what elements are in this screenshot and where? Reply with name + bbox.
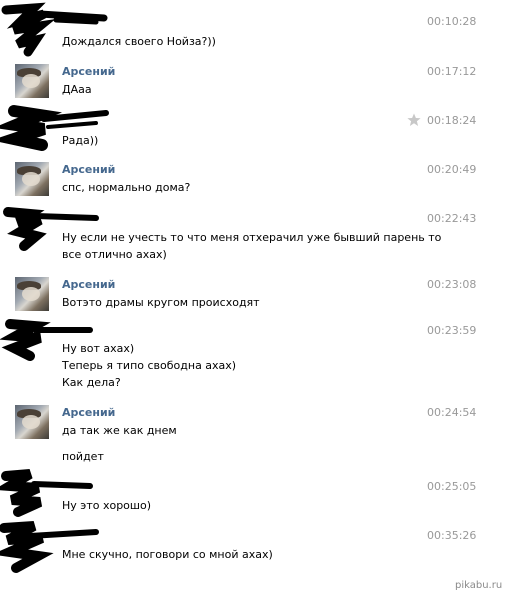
- message-text: Вотэто драмы кругом происходят: [62, 294, 402, 311]
- message-text: Ну вот ахах) Теперь я типо свободна ахах…: [62, 340, 402, 391]
- message-text: пойдет: [62, 448, 402, 465]
- message-text: Мне скучно, поговори со мной ахах): [62, 546, 402, 563]
- message-text: ДАаа: [62, 81, 402, 98]
- message: Арсений 00:17:12 ДАаа: [0, 60, 521, 105]
- avatar[interactable]: [15, 277, 49, 311]
- star-icon[interactable]: [407, 113, 421, 127]
- message-time: 00:17:12: [427, 65, 477, 78]
- message-line: все отлично ахах): [62, 248, 167, 261]
- message-time: 00:35:26: [427, 529, 477, 542]
- redaction-scribble: [1, 2, 108, 57]
- message-line: Рада)): [62, 134, 99, 147]
- message-text: Рада)): [62, 132, 402, 149]
- message-line: Ну это хорошо): [62, 499, 151, 512]
- message-line: пойдет: [62, 450, 104, 463]
- message-time: 00:24:54: [427, 406, 477, 419]
- message-time: 00:23:08: [427, 278, 477, 291]
- message-text: Дождался своего Нойза?)): [62, 33, 402, 50]
- message-line: Вотэто драмы кругом происходят: [62, 296, 260, 309]
- message-line: Теперь я типо свободна ахах): [62, 359, 237, 372]
- message: 00:25:05 Ну это хорошо): [0, 468, 521, 518]
- watermark: pikabu.ru: [455, 580, 503, 591]
- message-time: 00:20:49: [427, 163, 477, 176]
- message-line: Ну если не учесть то что меня отхерачил …: [62, 231, 442, 244]
- message-line: ДАаа: [62, 83, 92, 96]
- message-time: 00:25:05: [427, 480, 477, 493]
- message-line: Как дела?: [62, 376, 121, 389]
- message-text: Ну это хорошо): [62, 497, 402, 514]
- message-time: 00:10:28: [427, 15, 477, 28]
- author-name[interactable]: Арсений: [62, 278, 115, 291]
- message-time: 00:18:24: [427, 114, 477, 127]
- message: 00:35:26 Мне скучно, поговори со мной ах…: [0, 520, 521, 580]
- message-line: Ну вот ахах): [62, 342, 135, 355]
- avatar[interactable]: [15, 405, 49, 439]
- message-line: Мне скучно, поговори со мной ахах): [62, 548, 273, 561]
- message: 00:23:59 Ну вот ахах) Теперь я типо своб…: [0, 318, 521, 398]
- message-line: да так же как днем: [62, 424, 177, 437]
- message-line: Дождался своего Нойза?)): [62, 35, 216, 48]
- message-time: 00:22:43: [427, 212, 477, 225]
- avatar[interactable]: [15, 64, 49, 98]
- message-text: спс, нормально дома?: [62, 179, 402, 196]
- message-text: да так же как днем: [62, 422, 402, 439]
- message: 00:22:43 Ну если не учесть то что меня о…: [0, 206, 521, 266]
- message-line: спс, нормально дома?: [62, 181, 191, 194]
- author-name[interactable]: Арсений: [62, 406, 115, 419]
- message: Арсений 00:20:49 спс, нормально дома?: [0, 158, 521, 203]
- message: Арсений 00:24:54 да так же как днем пойд…: [0, 401, 521, 466]
- message-time: 00:23:59: [427, 324, 477, 337]
- message: 00:10:28 Дождался своего Нойза?)): [0, 0, 521, 60]
- message-text: Ну если не учесть то что меня отхерачил …: [62, 229, 442, 263]
- author-name[interactable]: Арсений: [62, 65, 115, 78]
- author-name[interactable]: Арсений: [62, 163, 115, 176]
- avatar[interactable]: [15, 162, 49, 196]
- message: Арсений 00:23:08 Вотэто драмы кругом про…: [0, 273, 521, 318]
- message: 00:18:24 Рада)): [0, 105, 521, 155]
